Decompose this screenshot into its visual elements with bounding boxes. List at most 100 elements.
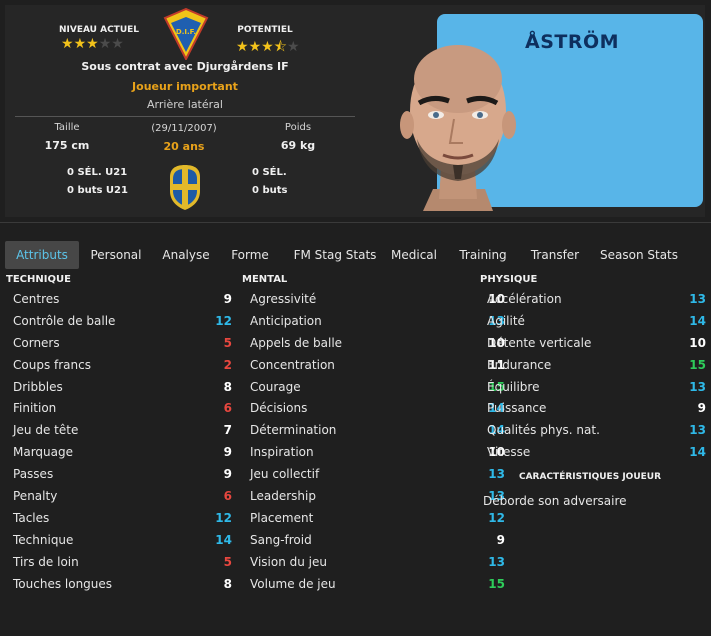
attribute-row[interactable]: Penalty 6 [13,486,233,508]
attribute-row[interactable]: Marquage 9 [13,442,233,464]
attribute-value: 5 [223,554,232,569]
attribute-row[interactable]: Équilibre 13 [487,377,707,399]
attribute-name: Sang-froid [250,532,312,547]
attribute-value: 9 [697,401,706,416]
attribute-name: Centres [13,292,60,306]
attribute-row[interactable]: Jeu de tête 7 [13,420,233,442]
attribute-row[interactable]: Appels de balle 10 [250,333,505,355]
attribute-row[interactable]: Touches longues 8 [13,574,233,596]
tab-season-stats[interactable]: Season Stats [597,241,681,269]
attribute-row[interactable]: Sang-froid 9 [250,530,505,552]
attribute-name: Penalty [13,489,58,504]
star-icon: ★ [73,36,87,52]
attribute-row[interactable]: Volume de jeu 15 [250,574,505,596]
attribute-value: 15 [488,576,505,591]
attribute-row[interactable]: Tirs de loin 5 [13,552,233,574]
attribute-value: 7 [223,423,232,438]
squad-status: Joueur important [132,80,238,93]
attribute-row[interactable]: Endurance 15 [487,355,707,377]
weight-value: 69 kg [280,139,316,152]
date-of-birth: (29/11/2007) [151,123,217,134]
tab-personal[interactable]: Personal [83,241,149,269]
tab-medical[interactable]: Medical [387,241,441,269]
attribute-row[interactable]: Tacles 12 [13,508,233,530]
tab-analyse[interactable]: Analyse [155,241,217,269]
attribute-name: Contrôle de balle [13,313,116,328]
tab-bar: Attributs Personal Analyse Forme FM Stag… [5,241,705,269]
attribute-row[interactable]: Concentration 11 [250,355,505,377]
attribute-name: Puissance [487,401,547,416]
attribute-row[interactable]: Passes 9 [13,464,233,486]
attribute-value: 9 [496,532,505,547]
attribute-value: 15 [689,357,706,372]
attribute-row[interactable]: Qualités phys. nat. 13 [487,420,707,442]
attribute-name: Finition [13,401,57,416]
attribute-value: 14 [689,313,706,328]
star-icon: ★ [61,36,74,52]
potential-stars: ★★★⯪★ [236,36,300,60]
attribute-row[interactable]: Corners 5 [13,333,233,355]
attribute-name: Passes [13,467,54,482]
star-icon: ⯪ [273,39,287,55]
tab-attributs[interactable]: Attributs [5,241,79,269]
attribute-row[interactable]: Courage 15 [250,377,505,399]
attribute-row[interactable]: Détermination 14 [250,420,505,442]
u21-caps: 0 SÉL. U21 [67,167,128,178]
attribute-value: 8 [223,576,232,591]
attribute-row[interactable]: Placement 12 [250,508,505,530]
attribute-row[interactable]: Agressivité 10 [250,289,505,311]
attribute-value: 13 [689,423,706,438]
height-label: Taille [54,122,80,133]
attribute-name: Équilibre [487,379,540,394]
player-name: ÅSTRÖM [525,31,620,53]
player-position: Arrière latéral [147,98,223,111]
physical-attributes: Accélération 13 Agilité 14 Détente verticale… [487,289,707,464]
attribute-row[interactable]: Décisions 14 [250,398,505,420]
attribute-row[interactable]: Contrôle de balle 12 [13,311,233,333]
tab-transfer[interactable]: Transfer [523,241,587,269]
attribute-value: 12 [215,510,232,525]
attribute-row[interactable]: Technique 14 [13,530,233,552]
attribute-value: 13 [689,379,706,394]
attribute-row[interactable]: Jeu collectif 13 [250,464,505,486]
attribute-row[interactable]: Vision du jeu 13 [250,552,505,574]
attribute-row[interactable]: Coups francs 2 [13,355,233,377]
player-trait: Déborde son adversaire [483,494,627,508]
star-icon: ★ [236,39,249,55]
attribute-row[interactable]: Agilité 14 [487,311,707,333]
tab-training[interactable]: Training [451,241,515,269]
attribute-name: Détermination [250,423,337,438]
attribute-name: Marquage [13,445,74,460]
attribute-row[interactable]: Vitesse 14 [487,442,707,464]
attribute-name: Vitesse [487,445,531,460]
national-team-badge-icon [170,165,200,210]
star-icon: ★ [286,39,300,55]
player-face-icon [400,45,516,211]
mental-attributes: Agressivité 10 Anticipation 13 Appels de bal… [250,289,505,596]
attribute-row[interactable]: Puissance 9 [487,398,707,420]
attribute-row[interactable]: Détente verticale 10 [487,333,707,355]
player-traits-title: CARACTÉRISTIQUES JOUEUR [518,472,662,482]
star-icon: ★ [86,36,99,52]
attribute-name: Volume de jeu [250,576,336,591]
contract-text: Sous contrat avec Djurgårdens IF [81,60,289,73]
attribute-row[interactable]: Dribbles 8 [13,377,233,399]
tab-forme[interactable]: Forme [223,241,277,269]
attribute-row[interactable]: Accélération 13 [487,289,707,311]
attribute-name: Corners [13,335,60,350]
attribute-row[interactable]: Centres 9 [13,289,233,311]
attribute-value: 12 [215,313,232,328]
tab-fm-stag-stats[interactable]: FM Stag Stats [285,241,385,269]
potential-label: POTENTIEL [237,25,293,35]
attribute-value: 10 [689,335,706,350]
star-icon: ★ [111,36,124,52]
attribute-name: Vision du jeu [250,554,327,569]
attribute-row[interactable]: Inspiration 10 [250,442,505,464]
attribute-row[interactable]: Anticipation 13 [250,311,505,333]
attribute-row[interactable]: Finition 6 [13,398,233,420]
attribute-name: Décisions [250,401,308,416]
attribute-value: 8 [223,379,232,394]
attribute-value: 5 [223,335,232,350]
attribute-name: Inspiration [250,445,314,460]
attribute-row[interactable]: Leadership 13 [250,486,505,508]
